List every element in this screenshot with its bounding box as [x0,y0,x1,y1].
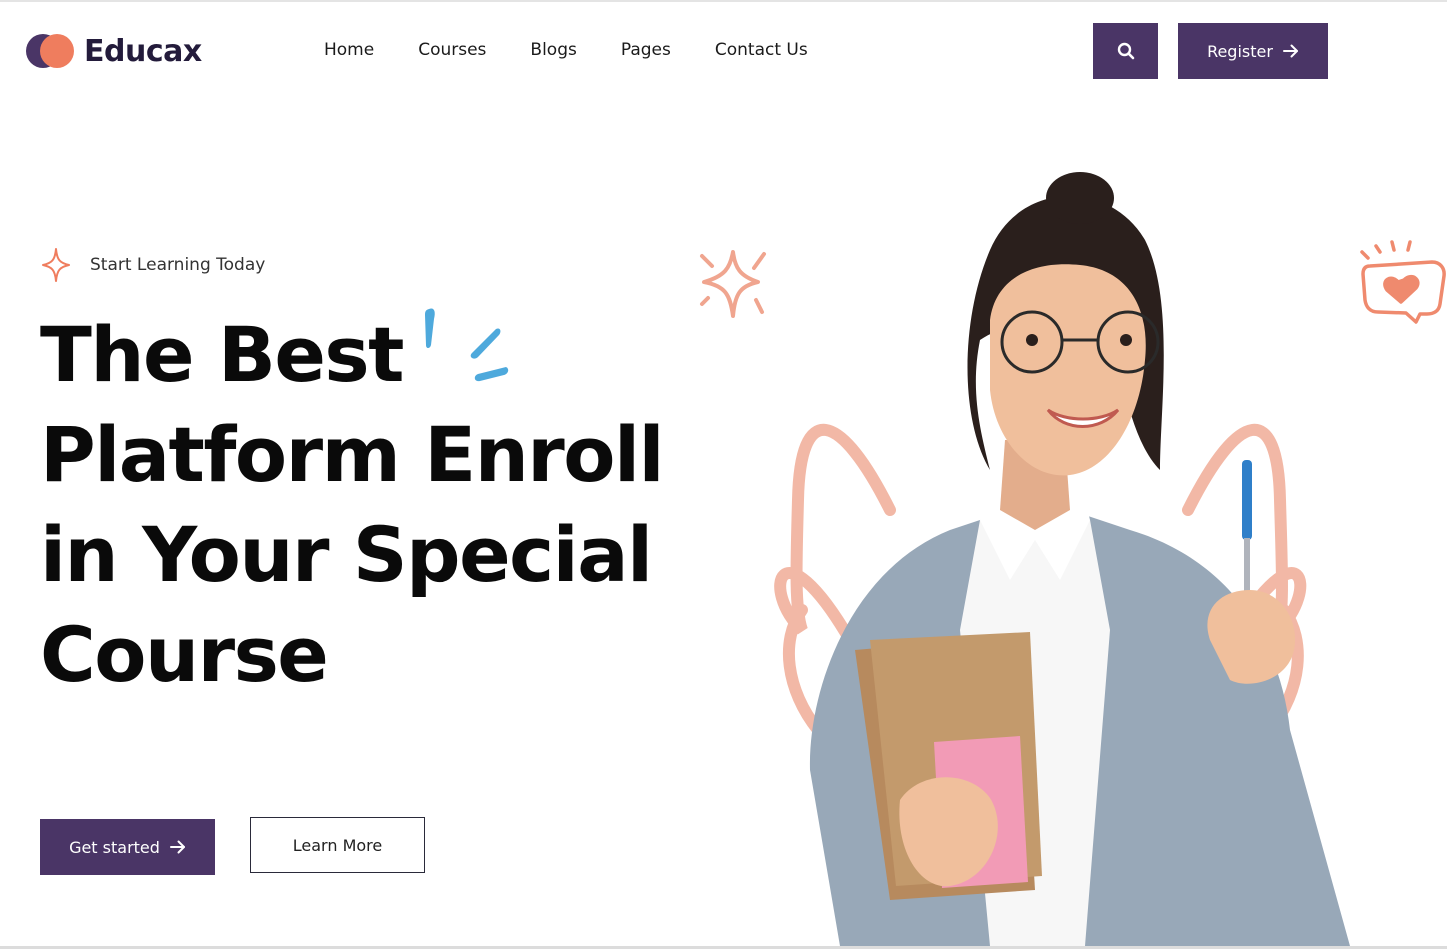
blue-spark-doodle-icon [425,308,509,382]
nav-item-courses[interactable]: Courses [418,40,486,60]
nav-item-pages[interactable]: Pages [621,40,671,60]
get-started-label: Get started [69,837,160,857]
arrow-right-icon [169,840,185,854]
get-started-button[interactable]: Get started [40,819,215,875]
tagline-text: Start Learning Today [90,255,266,275]
starburst-doodle-icon [700,250,766,318]
main-nav: Home Courses Blogs Pages Contact Us [324,40,852,60]
hero-illustration [700,172,1446,946]
learn-more-label: Learn More [292,835,383,855]
hero-title-line-3: in Your Special [40,510,653,599]
student-figure [809,172,1350,946]
nav-item-contact-us[interactable]: Contact Us [715,40,808,60]
register-button[interactable]: Register [1178,23,1328,79]
hero-title-line-1: The Best [40,310,405,399]
logo-mark-icon [26,32,78,70]
nav-item-blogs[interactable]: Blogs [530,40,576,60]
hero-title-line-4: Course [40,610,329,699]
learn-more-button[interactable]: Learn More [250,817,425,873]
top-border [0,0,1447,2]
arrow-right-icon [1282,44,1298,58]
brand-name: Educax [84,33,202,69]
hero-tagline: Start Learning Today [42,248,265,282]
register-label: Register [1207,41,1273,61]
hero-title: The Best Platform Enroll in Your Special… [40,305,680,705]
hero-title-line-2: Platform Enroll [40,410,665,499]
heart-chat-doodle-icon [1360,240,1446,324]
search-button[interactable] [1093,23,1158,79]
nav-item-home[interactable]: Home [324,40,374,60]
sparkle-icon [42,248,70,282]
brand-logo[interactable]: Educax [26,32,202,70]
search-icon [1117,42,1134,60]
